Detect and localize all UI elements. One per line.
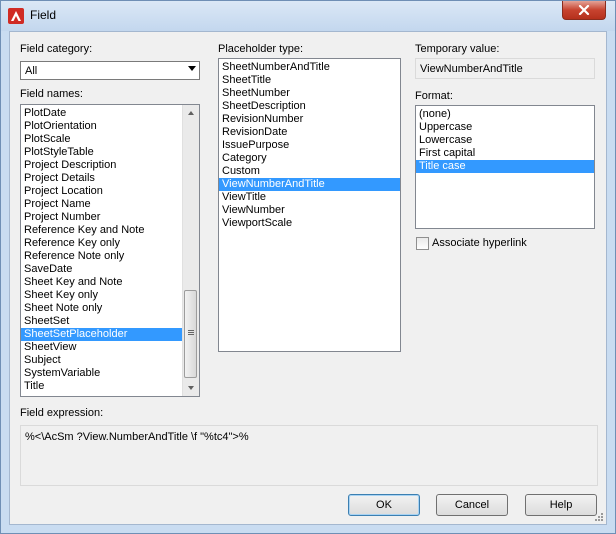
placeholder-type-item[interactable]: ViewTitle <box>219 191 400 204</box>
format-item[interactable]: Title case <box>416 160 594 173</box>
placeholder-type-item[interactable]: Category <box>219 152 400 165</box>
format-item[interactable]: Lowercase <box>416 134 594 147</box>
help-button[interactable]: Help <box>525 494 597 516</box>
resize-grip-icon[interactable] <box>594 512 604 522</box>
chevron-down-icon <box>188 66 196 71</box>
placeholder-type-label: Placeholder type: <box>218 43 303 55</box>
placeholder-type-item[interactable]: SheetNumberAndTitle <box>219 61 400 74</box>
close-button[interactable] <box>562 1 606 20</box>
field-name-item[interactable]: SystemVariable <box>21 367 199 380</box>
field-name-item[interactable]: Reference Key only <box>21 237 199 250</box>
field-name-item[interactable]: PlotOrientation <box>21 120 199 133</box>
field-expression-label: Field expression: <box>20 407 104 419</box>
field-category-value: All <box>25 65 38 77</box>
scroll-up-icon[interactable] <box>188 111 194 115</box>
field-name-item[interactable]: SheetView <box>21 341 199 354</box>
format-list[interactable]: (none) Uppercase Lowercase First capital Tit… <box>415 105 595 229</box>
title-bar[interactable]: Field <box>1 1 615 31</box>
field-name-item[interactable]: PlotDate <box>21 107 199 120</box>
field-name-item[interactable]: PlotStyleTable <box>21 146 199 159</box>
field-name-item[interactable]: Sheet Note only <box>21 302 199 315</box>
field-expression-box[interactable]: %<\AcSm ?View.NumberAndTitle \f "%tc4">% <box>20 425 598 486</box>
field-name-item[interactable]: Sheet Key only <box>21 289 199 302</box>
dialog-body: Field category: All Field names: PlotDat… <box>9 31 607 525</box>
placeholder-type-item[interactable]: IssuePurpose <box>219 139 400 152</box>
temporary-value-field: ViewNumberAndTitle <box>415 58 595 79</box>
placeholder-type-item[interactable]: RevisionNumber <box>219 113 400 126</box>
associate-hyperlink-checkbox[interactable] <box>416 237 429 250</box>
field-names-label: Field names: <box>20 88 83 100</box>
placeholder-type-item[interactable]: SheetNumber <box>219 87 400 100</box>
field-name-item[interactable]: Subject <box>21 354 199 367</box>
autocad-icon <box>8 8 24 24</box>
field-name-item[interactable]: Project Name <box>21 198 199 211</box>
field-names-list[interactable]: PlotDate PlotOrientation PlotScale PlotStyl… <box>20 104 200 397</box>
field-name-item[interactable]: Project Description <box>21 159 199 172</box>
field-name-item[interactable]: PlotScale <box>21 133 199 146</box>
placeholder-type-item[interactable]: Custom <box>219 165 400 178</box>
field-category-dropdown[interactable]: All <box>20 61 200 80</box>
placeholder-type-item[interactable]: ViewportScale <box>219 217 400 230</box>
format-item[interactable]: (none) <box>416 108 594 121</box>
field-name-item[interactable]: Reference Key and Note <box>21 224 199 237</box>
field-category-label: Field category: <box>20 43 93 55</box>
window-title: Field <box>30 8 57 22</box>
placeholder-type-item[interactable]: SheetTitle <box>219 74 400 87</box>
field-name-item[interactable]: Reference Note only <box>21 250 199 263</box>
placeholder-type-item[interactable]: SheetDescription <box>219 100 400 113</box>
field-name-item[interactable]: SheetSetPlaceholder <box>21 328 199 341</box>
temporary-value-label: Temporary value: <box>415 43 500 55</box>
field-name-item[interactable]: Sheet Key and Note <box>21 276 199 289</box>
close-icon <box>578 5 590 15</box>
field-name-item[interactable]: Project Location <box>21 185 199 198</box>
field-name-item[interactable]: Project Number <box>21 211 199 224</box>
placeholder-type-item[interactable]: RevisionDate <box>219 126 400 139</box>
format-item[interactable]: First capital <box>416 147 594 160</box>
scroll-thumb[interactable] <box>184 290 197 378</box>
field-expression-text: %<\AcSm ?View.NumberAndTitle \f "%tc4">% <box>25 431 249 443</box>
placeholder-type-item[interactable]: ViewNumber <box>219 204 400 217</box>
field-name-item[interactable]: SaveDate <box>21 263 199 276</box>
format-label: Format: <box>415 90 453 102</box>
placeholder-type-list[interactable]: SheetNumberAndTitle SheetTitle SheetNumber… <box>218 58 401 352</box>
temporary-value-text: ViewNumberAndTitle <box>420 63 523 75</box>
format-item[interactable]: Uppercase <box>416 121 594 134</box>
placeholder-type-item[interactable]: ViewNumberAndTitle <box>219 178 400 191</box>
scroll-down-icon[interactable] <box>188 386 194 390</box>
field-name-item[interactable]: Title <box>21 380 199 393</box>
field-names-scrollbar[interactable] <box>182 105 199 396</box>
ok-button[interactable]: OK <box>348 494 420 516</box>
field-dialog: Field Field category: All Field names: P… <box>0 0 616 534</box>
field-name-item[interactable]: Project Details <box>21 172 199 185</box>
field-name-item[interactable]: SheetSet <box>21 315 199 328</box>
associate-hyperlink-label[interactable]: Associate hyperlink <box>432 237 527 249</box>
cancel-button[interactable]: Cancel <box>436 494 508 516</box>
